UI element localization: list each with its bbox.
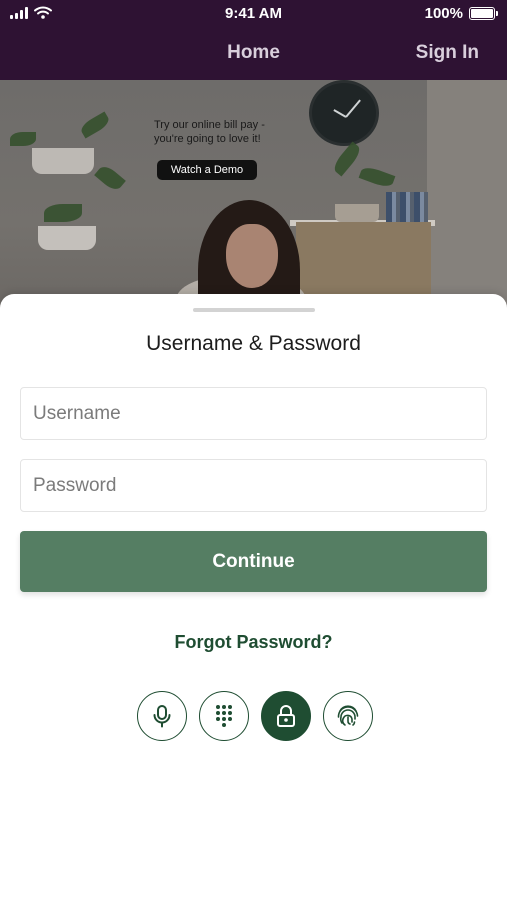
voice-auth-button[interactable]	[137, 691, 187, 741]
battery-icon	[469, 7, 498, 20]
plant-leaf	[358, 164, 396, 190]
sign-in-link[interactable]: Sign In	[416, 42, 479, 64]
shelf-pot	[335, 204, 379, 222]
username-input[interactable]	[20, 387, 487, 440]
battery-percent: 100%	[424, 5, 463, 22]
sheet-grabber[interactable]	[193, 308, 315, 312]
status-right: 100%	[424, 5, 498, 22]
keypad-icon	[216, 705, 232, 727]
hero-banner: Try our online bill pay - you're going t…	[0, 80, 507, 320]
promo-text: Try our online bill pay - you're going t…	[154, 119, 265, 145]
login-title: Username & Password	[146, 332, 361, 355]
plant-leaf	[94, 162, 126, 194]
password-input[interactable]	[20, 459, 487, 512]
plant-leaf	[44, 204, 82, 222]
person-face	[226, 224, 278, 288]
auth-method-row	[137, 691, 373, 741]
status-bar: 9:41 AM 100%	[0, 0, 507, 28]
watch-demo-button[interactable]: Watch a Demo	[157, 160, 257, 180]
hanging-pot	[32, 148, 94, 174]
fingerprint-auth-button[interactable]	[323, 691, 373, 741]
login-sheet: Username & Password Continue Forgot Pass…	[0, 294, 507, 900]
wall-clock-illustration	[309, 80, 379, 146]
hero-wall	[427, 80, 507, 320]
lock-icon	[277, 705, 295, 727]
plant-leaf	[330, 141, 364, 177]
plant-leaf	[78, 111, 112, 139]
hanging-pot	[38, 226, 96, 250]
forgot-password-link[interactable]: Forgot Password?	[0, 632, 507, 653]
fingerprint-icon	[337, 705, 359, 726]
top-app-bar: 9:41 AM 100% Home Sign In	[0, 0, 507, 80]
plant-leaf	[10, 132, 36, 146]
microphone-icon	[153, 705, 171, 728]
continue-button[interactable]: Continue	[20, 531, 487, 592]
books	[386, 192, 428, 222]
password-auth-button[interactable]	[261, 691, 311, 741]
pin-auth-button[interactable]	[199, 691, 249, 741]
